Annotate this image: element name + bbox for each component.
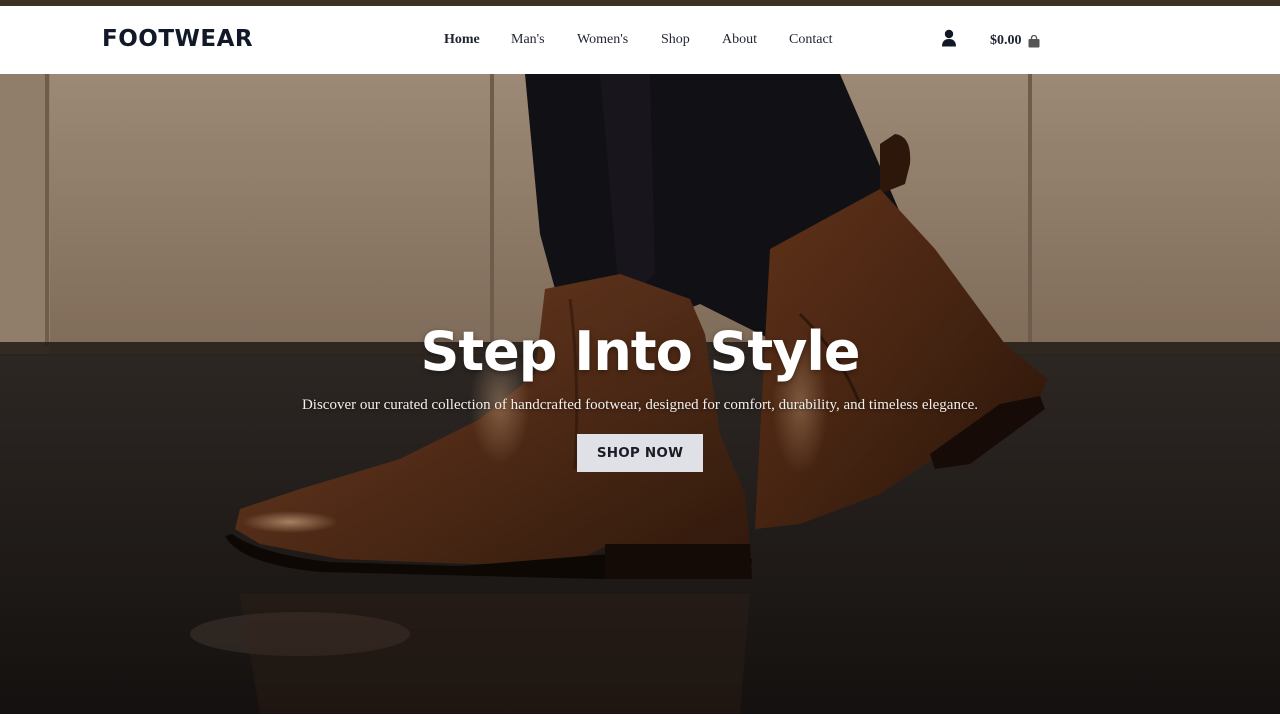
site-header: FOOTWEAR Home Man's Women's Shop About C… xyxy=(0,6,1280,74)
shopping-bag-icon xyxy=(1028,34,1039,47)
nav-link-contact[interactable]: Contact xyxy=(789,32,833,48)
hero-title: Step Into Style xyxy=(420,320,860,383)
cart-button[interactable]: $0.00 xyxy=(990,32,1040,50)
user-icon[interactable] xyxy=(941,29,957,47)
nav-link-womens[interactable]: Women's xyxy=(577,32,628,48)
nav-link-shop[interactable]: Shop xyxy=(661,32,690,48)
hero-subtitle: Discover our curated collection of handc… xyxy=(301,397,979,413)
page-bottom-edge xyxy=(0,714,1280,720)
nav-link-home[interactable]: Home xyxy=(444,32,480,48)
site-logo[interactable]: FOOTWEAR xyxy=(102,26,253,52)
nav-link-about[interactable]: About xyxy=(722,32,757,48)
cart-total: $0.00 xyxy=(990,33,1022,48)
nav-link-mans[interactable]: Man's xyxy=(511,32,545,48)
hero-banner: Step Into Style Discover our curated col… xyxy=(0,74,1280,714)
shop-now-button[interactable]: SHOP NOW xyxy=(577,434,703,472)
hero-dim-overlay xyxy=(0,74,1280,714)
